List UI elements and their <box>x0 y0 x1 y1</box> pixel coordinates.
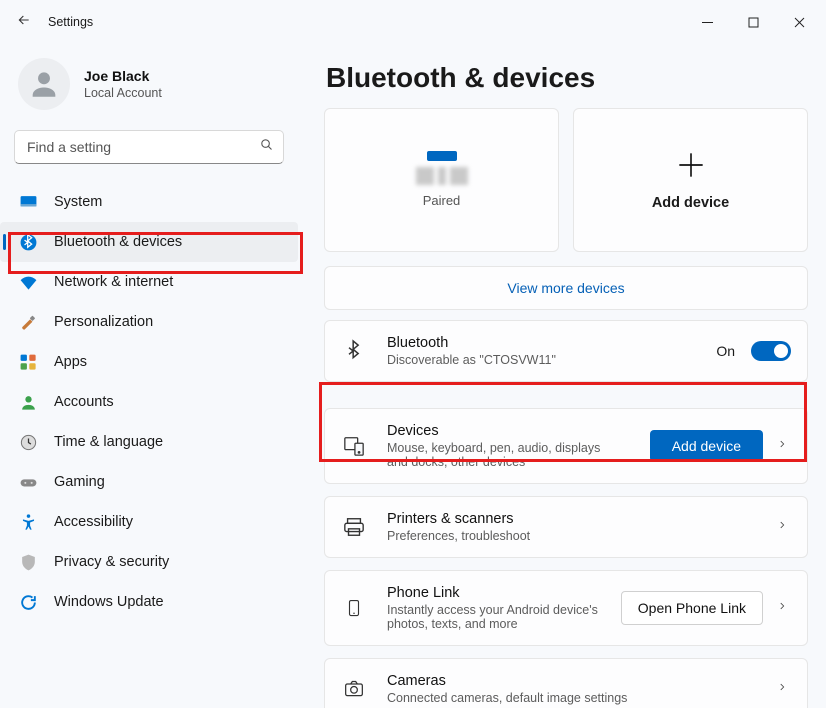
plus-icon <box>677 150 705 187</box>
devices-sub: Mouse, keyboard, pen, audio, displays an… <box>387 441 617 469</box>
nav-label: System <box>54 194 102 210</box>
nav-privacy-security[interactable]: Privacy & security <box>0 542 298 582</box>
printers-card[interactable]: Printers & scanners Preferences, trouble… <box>324 496 808 558</box>
search-box[interactable] <box>14 130 284 164</box>
phone-link-card[interactable]: Phone Link Instantly access your Android… <box>324 570 808 646</box>
nav-label: Gaming <box>54 474 105 490</box>
chevron-right-icon <box>777 599 791 618</box>
person-icon <box>18 392 38 412</box>
close-button[interactable] <box>776 0 822 44</box>
view-more-label: View more devices <box>507 280 624 296</box>
phone-title: Phone Link <box>387 585 601 601</box>
profile[interactable]: Joe Black Local Account <box>0 44 298 130</box>
window-title: Settings <box>44 15 684 29</box>
titlebar: Settings <box>0 0 826 44</box>
nav-personalization[interactable]: Personalization <box>0 302 298 342</box>
nav-label: Time & language <box>54 434 163 450</box>
devices-icon <box>341 435 367 457</box>
device-image-icon <box>427 151 457 161</box>
nav-windows-update[interactable]: Windows Update <box>0 582 298 622</box>
chevron-right-icon <box>777 518 791 537</box>
accessibility-icon <box>18 512 38 532</box>
nav-label: Accounts <box>54 394 114 410</box>
wifi-icon <box>18 272 38 292</box>
printer-icon <box>341 516 367 538</box>
paired-label: Paired <box>423 193 461 208</box>
search-input[interactable] <box>14 130 284 164</box>
nav-label: Network & internet <box>54 274 173 290</box>
profile-name: Joe Black <box>84 68 162 84</box>
profile-sub: Local Account <box>84 86 162 100</box>
nav-time-language[interactable]: Time & language <box>0 422 298 462</box>
bluetooth-sub: Discoverable as "CTOSVW11" <box>387 353 696 367</box>
open-phone-link-button[interactable]: Open Phone Link <box>621 591 763 625</box>
nav-label: Windows Update <box>54 594 164 610</box>
update-icon <box>18 592 38 612</box>
nav-label: Privacy & security <box>54 554 169 570</box>
chevron-right-icon <box>777 680 791 699</box>
chevron-right-icon <box>777 437 791 456</box>
printers-title: Printers & scanners <box>387 511 757 527</box>
bluetooth-icon <box>341 339 367 363</box>
brush-icon <box>18 312 38 332</box>
system-icon <box>18 192 38 212</box>
devices-card[interactable]: Devices Mouse, keyboard, pen, audio, dis… <box>324 408 808 484</box>
nav-accessibility[interactable]: Accessibility <box>0 502 298 542</box>
nav-label: Personalization <box>54 314 153 330</box>
phone-icon <box>341 596 367 620</box>
devices-title: Devices <box>387 423 630 439</box>
nav-label: Accessibility <box>54 514 133 530</box>
bluetooth-icon <box>18 232 38 252</box>
back-button[interactable] <box>4 12 44 33</box>
device-image-icon <box>416 167 468 185</box>
gamepad-icon <box>18 472 38 492</box>
phone-sub: Instantly access your Android device's p… <box>387 603 601 631</box>
paired-device-tile[interactable]: Paired <box>324 108 559 252</box>
bluetooth-title: Bluetooth <box>387 335 696 351</box>
nav-bluetooth-devices[interactable]: Bluetooth & devices <box>0 222 298 262</box>
search-icon <box>259 137 274 157</box>
nav-network[interactable]: Network & internet <box>0 262 298 302</box>
content: Bluetooth & devices Paired Add device Vi… <box>308 44 826 708</box>
cameras-card[interactable]: Cameras Connected cameras, default image… <box>324 658 808 708</box>
nav-label: Apps <box>54 354 87 370</box>
shield-icon <box>18 552 38 572</box>
nav-gaming[interactable]: Gaming <box>0 462 298 502</box>
apps-icon <box>18 352 38 372</box>
nav-accounts[interactable]: Accounts <box>0 382 298 422</box>
camera-icon <box>341 679 367 699</box>
printers-sub: Preferences, troubleshoot <box>387 529 757 543</box>
maximize-button[interactable] <box>730 0 776 44</box>
bluetooth-state-label: On <box>716 343 735 359</box>
nav-label: Bluetooth & devices <box>54 234 182 250</box>
add-device-tile[interactable]: Add device <box>573 108 808 252</box>
page-title: Bluetooth & devices <box>326 62 808 94</box>
nav-list: System Bluetooth & devices Network & int… <box>0 182 298 622</box>
cameras-title: Cameras <box>387 673 757 689</box>
cameras-sub: Connected cameras, default image setting… <box>387 691 757 705</box>
bluetooth-toggle[interactable] <box>751 341 791 361</box>
add-device-button[interactable]: Add device <box>650 430 763 462</box>
avatar <box>18 58 70 110</box>
minimize-button[interactable] <box>684 0 730 44</box>
add-device-label: Add device <box>652 195 729 211</box>
nav-apps[interactable]: Apps <box>0 342 298 382</box>
view-more-devices-button[interactable]: View more devices <box>324 266 808 310</box>
clock-icon <box>18 432 38 452</box>
bluetooth-card: Bluetooth Discoverable as "CTOSVW11" On <box>324 320 808 382</box>
nav-system[interactable]: System <box>0 182 298 222</box>
sidebar: Joe Black Local Account System Bluetooth… <box>0 44 308 708</box>
